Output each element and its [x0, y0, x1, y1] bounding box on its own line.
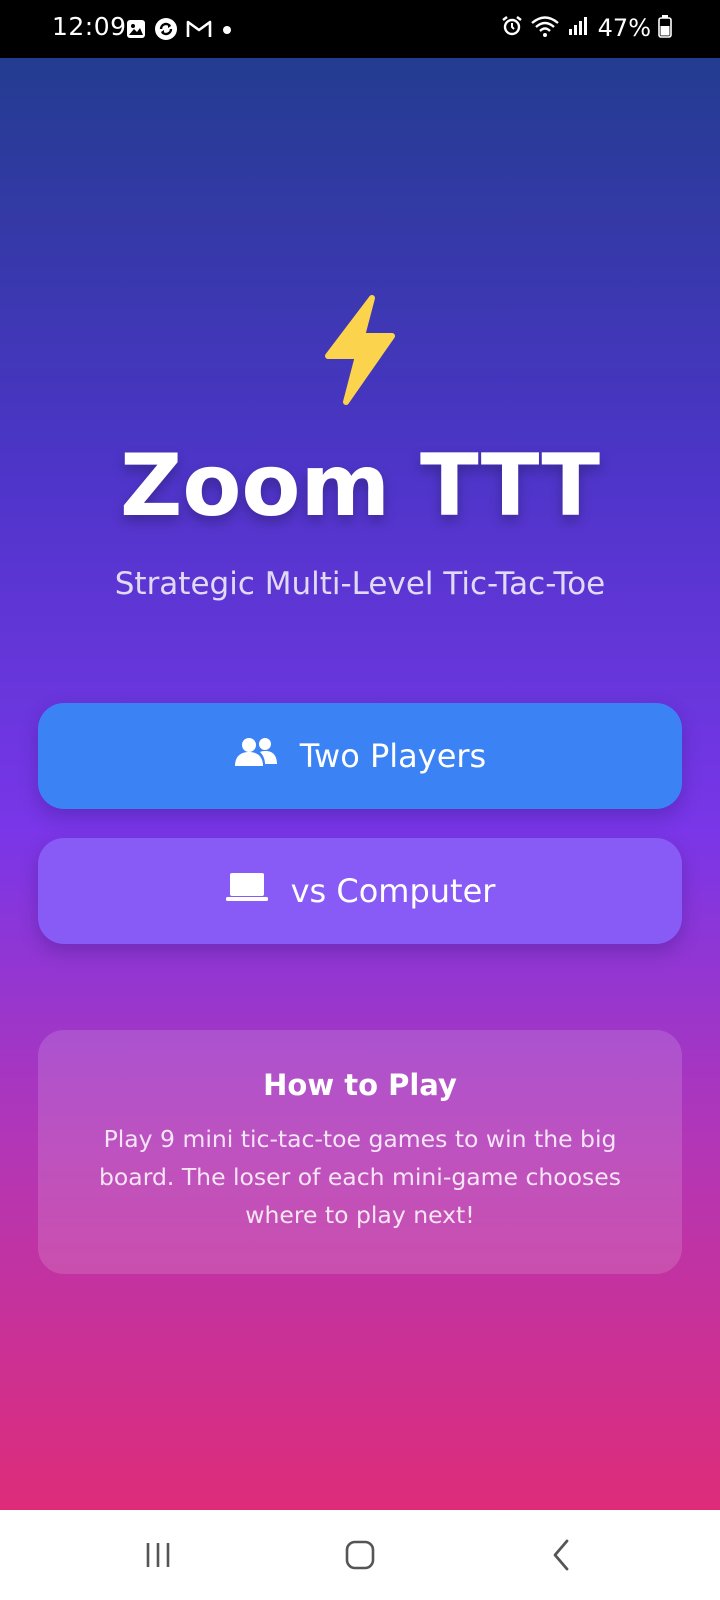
status-time: 12:09 [52, 12, 127, 41]
recent-apps-icon[interactable] [128, 1530, 188, 1580]
home-icon[interactable] [330, 1530, 390, 1580]
vs-computer-button[interactable]: vs Computer [38, 838, 682, 944]
wifi-icon [530, 14, 560, 42]
app-screen: Zoom TTT Strategic Multi-Level Tic-Tac-T… [0, 58, 720, 1510]
alarm-icon [501, 15, 523, 41]
users-icon [234, 736, 278, 776]
how-to-play-card: How to Play Play 9 mini tic-tac-toe game… [38, 1030, 682, 1274]
vs-computer-label: vs Computer [290, 872, 496, 910]
status-left-icons [126, 17, 234, 45]
signal-icon [567, 15, 589, 41]
laptop-icon [225, 871, 269, 911]
gmail-icon [186, 19, 212, 43]
battery-percent: 47% [597, 14, 651, 42]
two-players-button[interactable]: Two Players [38, 703, 682, 809]
notification-dot-icon [220, 22, 234, 41]
app-title: Zoom TTT [119, 436, 600, 536]
how-to-play-text: Play 9 mini tic-tac-toe games to win the… [99, 1125, 621, 1229]
how-to-play-title: How to Play [263, 1068, 457, 1102]
gallery-icon [126, 19, 146, 43]
lightning-bolt-icon [325, 295, 395, 405]
app-subtitle: Strategic Multi-Level Tic-Tac-Toe [114, 566, 606, 602]
sync-icon [154, 17, 178, 45]
navigation-bar [0, 1510, 720, 1600]
status-bar: 12:09 47% [0, 0, 720, 58]
two-players-label: Two Players [299, 737, 487, 775]
battery-icon [658, 14, 672, 42]
status-right-icons: 47% [501, 14, 672, 42]
back-icon[interactable] [532, 1530, 592, 1580]
